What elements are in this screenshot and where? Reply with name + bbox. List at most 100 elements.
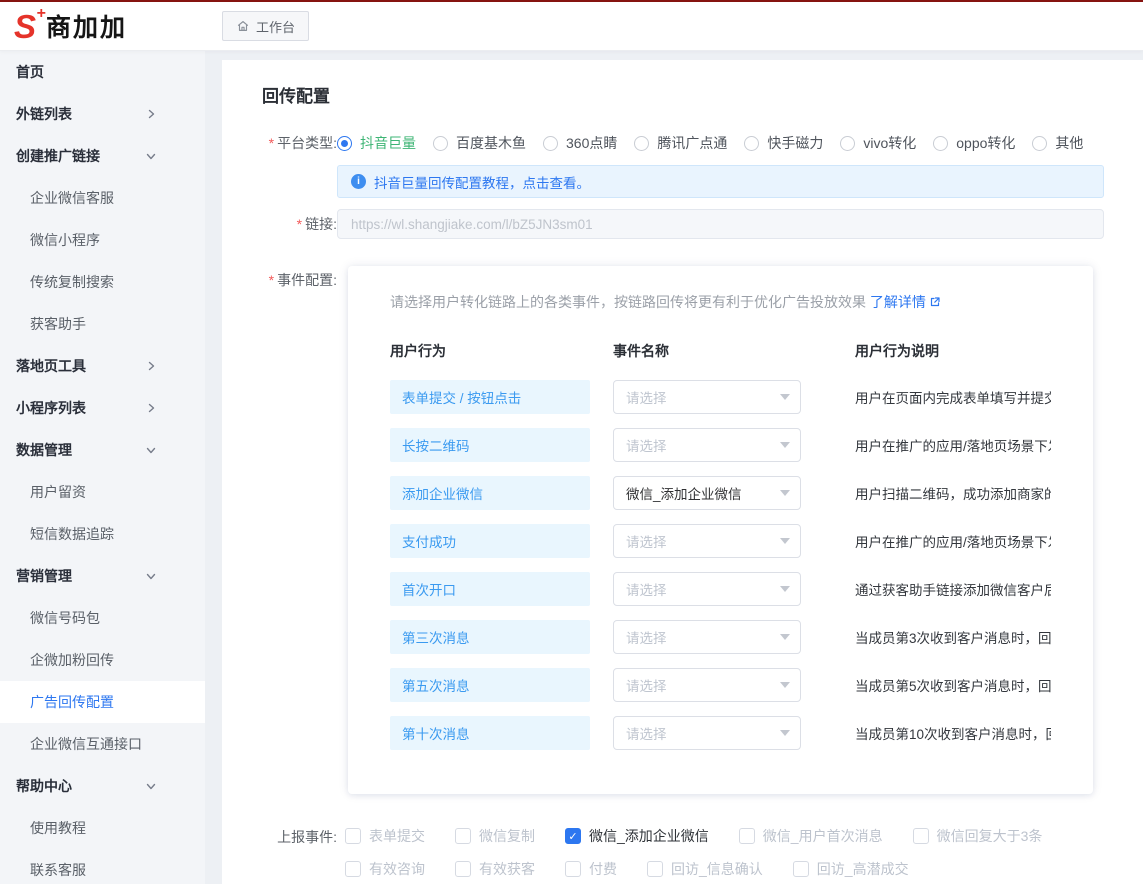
report-checkbox[interactable]: ✓ 有效获客 — [455, 859, 535, 879]
chevron-down-icon — [780, 394, 790, 400]
chevron-right-icon — [145, 360, 157, 372]
platform-radio[interactable]: 快手磁力 — [744, 133, 823, 153]
link-input[interactable] — [337, 209, 1104, 239]
event-name-select[interactable]: 请选择 — [613, 380, 801, 414]
behavior-tag[interactable]: 第十次消息 — [390, 716, 590, 750]
sidebar-item[interactable]: 企业微信客服 — [0, 177, 205, 219]
report-checkbox-row: ✓ 有效咨询 ✓ 有效获客 ✓ 付费 ✓ 回访_信息确认 ✓ 回访_高潜成交 — [337, 859, 1104, 879]
radio-circle-icon — [634, 136, 649, 151]
radio-circle-icon — [337, 136, 352, 151]
platform-radio[interactable]: 抖音巨量 — [337, 133, 416, 153]
platform-radio[interactable]: 其他 — [1032, 133, 1083, 153]
checkbox-icon: ✓ — [739, 828, 755, 844]
platform-radio[interactable]: 360点睛 — [543, 133, 617, 153]
event-name-select[interactable]: 请选择 — [613, 524, 801, 558]
event-table-row: 第十次消息 请选择 当成员第10次收到客户消息时，回调此事... — [390, 716, 1051, 750]
report-checkbox-row: ✓ 表单提交 ✓ 微信复制 ✓ 微信_添加企业微信 ✓ 微信_用户首次消息 ✓ … — [337, 826, 1104, 846]
report-checkbox[interactable]: ✓ 有效咨询 — [345, 859, 425, 879]
sidebar-item[interactable]: 企业微信互通接口 — [0, 723, 205, 765]
event-name-select[interactable]: 请选择 — [613, 716, 801, 750]
event-table-row: 添加企业微信 微信_添加企业微信 用户扫描二维码，成功添加商家的企业微信 — [390, 476, 1051, 510]
behavior-tag[interactable]: 长按二维码 — [390, 428, 590, 462]
checkbox-icon: ✓ — [647, 861, 663, 877]
sidebar-item[interactable]: 微信小程序 — [0, 219, 205, 261]
report-checkbox[interactable]: ✓ 微信_用户首次消息 — [739, 826, 883, 846]
sidebar-item[interactable]: 微信号码包 — [0, 597, 205, 639]
logo-s-icon: S+ — [14, 10, 46, 43]
chevron-right-icon — [145, 402, 157, 414]
chevron-down-icon — [780, 490, 790, 496]
sidebar-item[interactable]: 短信数据追踪 — [0, 513, 205, 555]
sidebar-item[interactable]: 联系客服 — [0, 849, 205, 884]
event-name-select[interactable]: 请选择 — [613, 572, 801, 606]
platform-radio[interactable]: vivo转化 — [840, 133, 916, 153]
logo-plus-icon: + — [37, 6, 46, 22]
platform-radio[interactable]: oppo转化 — [933, 133, 1015, 153]
link-label: *链接: — [262, 214, 337, 234]
checkbox-icon: ✓ — [913, 828, 929, 844]
radio-circle-icon — [1032, 136, 1047, 151]
sidebar-item[interactable]: 小程序列表 — [0, 387, 205, 429]
chevron-down-icon — [780, 538, 790, 544]
report-events-label: 上报事件: — [262, 826, 337, 884]
report-checkbox[interactable]: ✓ 微信复制 — [455, 826, 535, 846]
report-checkbox[interactable]: ✓ 微信_添加企业微信 — [565, 826, 709, 846]
sidebar-item[interactable]: 创建推广链接 — [0, 135, 205, 177]
column-header-event-name: 事件名称 — [613, 341, 855, 361]
sidebar-item[interactable]: 广告回传配置 — [0, 681, 205, 723]
event-name-select[interactable]: 请选择 — [613, 668, 801, 702]
behavior-tag[interactable]: 支付成功 — [390, 524, 590, 558]
checkbox-icon: ✓ — [565, 828, 581, 844]
event-config-intro: 请选择用户转化链路上的各类事件，按链路回传将更有利于优化广告投放效果 了解详情 — [390, 292, 1051, 312]
sidebar-item[interactable]: 数据管理 — [0, 429, 205, 471]
sidebar-item[interactable]: 营销管理 — [0, 555, 205, 597]
report-checkbox[interactable]: ✓ 回访_信息确认 — [647, 859, 763, 879]
sidebar-item[interactable]: 传统复制搜索 — [0, 261, 205, 303]
sidebar-item[interactable]: 获客助手 — [0, 303, 205, 345]
report-checkbox-group: ✓ 表单提交 ✓ 微信复制 ✓ 微信_添加企业微信 ✓ 微信_用户首次消息 ✓ … — [337, 826, 1104, 884]
report-checkbox[interactable]: ✓ 表单提交 — [345, 826, 425, 846]
sidebar-item[interactable]: 用户留资 — [0, 471, 205, 513]
sidebar-item[interactable]: 落地页工具 — [0, 345, 205, 387]
learn-more-link[interactable]: 了解详情 — [870, 292, 941, 312]
platform-radio[interactable]: 百度基木鱼 — [433, 133, 526, 153]
behavior-tag[interactable]: 添加企业微信 — [390, 476, 590, 510]
chevron-down-icon — [145, 444, 157, 456]
platform-type-row: *平台类型: 抖音巨量 百度基木鱼 360点睛 腾讯广点通 快手磁力 vivo转… — [262, 133, 1104, 153]
event-name-select[interactable]: 请选择 — [613, 428, 801, 462]
sidebar-item[interactable]: 外链列表 — [0, 93, 205, 135]
sidebar-item[interactable]: 帮助中心 — [0, 765, 205, 807]
event-table-row: 第五次消息 请选择 当成员第5次收到客户消息时，回调此事... — [390, 668, 1051, 702]
event-name-select[interactable]: 微信_添加企业微信 — [613, 476, 801, 510]
platform-radio[interactable]: 腾讯广点通 — [634, 133, 727, 153]
event-table-row: 长按二维码 请选择 用户在推广的应用/落地页场景下发生的... — [390, 428, 1051, 462]
event-name-select[interactable]: 请选择 — [613, 620, 801, 654]
tutorial-link[interactable]: 抖音巨量回传配置教程，点击查看。 — [374, 172, 590, 192]
app-logo[interactable]: S+ 商加加 — [14, 8, 214, 44]
tab-workspace[interactable]: 工作台 — [222, 11, 309, 41]
behavior-tag[interactable]: 表单提交 / 按钮点击 — [390, 380, 590, 414]
platform-radio-group: 抖音巨量 百度基木鱼 360点睛 腾讯广点通 快手磁力 vivo转化 oppo转… — [337, 133, 1104, 153]
column-header-behavior: 用户行为 — [390, 341, 613, 361]
behavior-tag[interactable]: 第五次消息 — [390, 668, 590, 702]
report-checkbox[interactable]: ✓ 微信回复大于3条 — [913, 826, 1043, 846]
required-asterisk: * — [297, 216, 302, 232]
event-config-label: *事件配置: — [262, 266, 337, 794]
behavior-description: 用户在推广的应用/落地页场景下发生的... — [855, 435, 1051, 455]
checkbox-icon: ✓ — [345, 828, 361, 844]
sidebar-item[interactable]: 首页 — [0, 51, 205, 93]
event-table-row: 支付成功 请选择 用户在推广的应用/落地页场景下发生交... — [390, 524, 1051, 558]
behavior-description: 当成员第5次收到客户消息时，回调此事... — [855, 675, 1051, 695]
column-header-behavior-desc: 用户行为说明 — [855, 341, 1051, 361]
behavior-tag[interactable]: 首次开口 — [390, 572, 590, 606]
report-checkbox[interactable]: ✓ 付费 — [565, 859, 617, 879]
report-checkbox[interactable]: ✓ 回访_高潜成交 — [793, 859, 909, 879]
sidebar-item[interactable]: 企微加粉回传 — [0, 639, 205, 681]
main-content: 回传配置 *平台类型: 抖音巨量 百度基木鱼 360点睛 腾讯广点通 快手磁力 … — [205, 51, 1143, 884]
checkbox-icon: ✓ — [565, 861, 581, 877]
logo-text: 商加加 — [46, 8, 127, 44]
event-config-row: *事件配置: 请选择用户转化链路上的各类事件，按链路回传将更有利于优化广告投放效… — [262, 266, 1104, 794]
behavior-tag[interactable]: 第三次消息 — [390, 620, 590, 654]
sidebar-item[interactable]: 使用教程 — [0, 807, 205, 849]
tab-workspace-label: 工作台 — [256, 17, 295, 36]
